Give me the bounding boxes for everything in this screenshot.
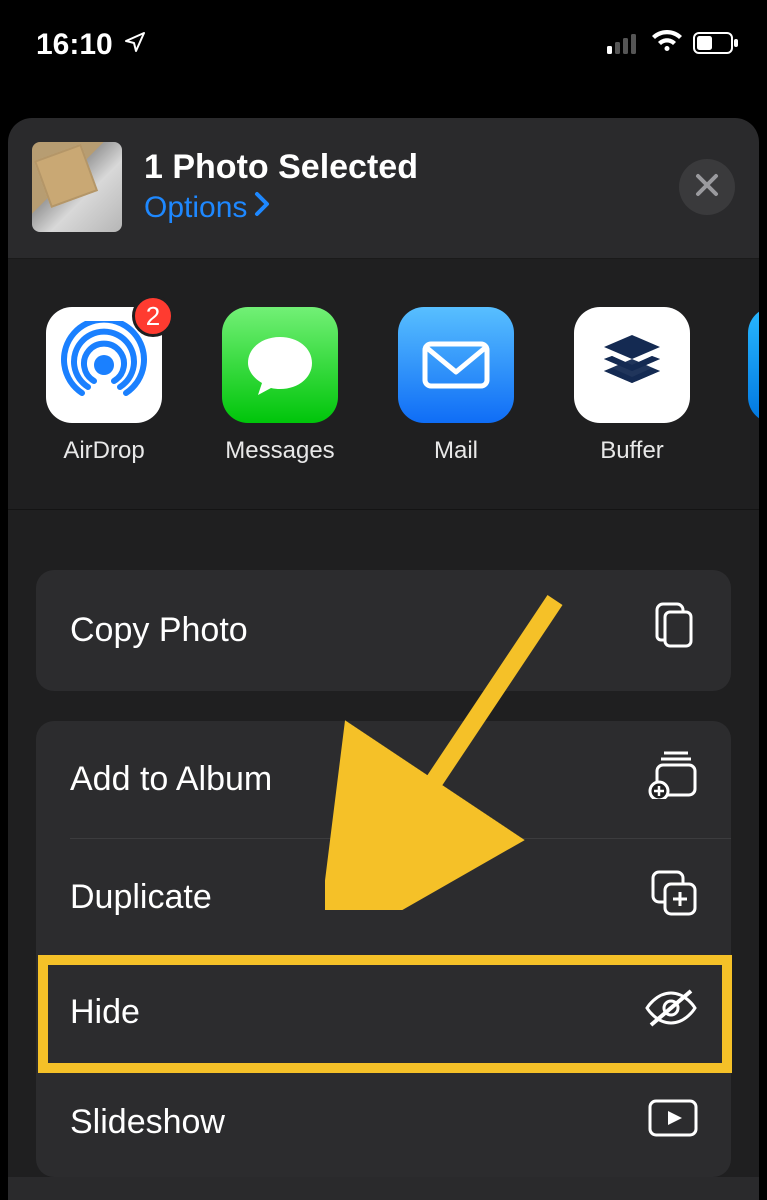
- action-duplicate[interactable]: Duplicate: [36, 838, 731, 957]
- messages-label: Messages: [225, 437, 334, 465]
- hide-label: Hide: [70, 993, 140, 1032]
- share-sheet: 1 Photo Selected Options: [8, 118, 759, 1200]
- album-add-icon: [647, 751, 699, 808]
- close-button[interactable]: [679, 159, 735, 215]
- close-icon: [694, 172, 720, 203]
- header-text: 1 Photo Selected Options: [144, 149, 657, 224]
- copy-icon: [651, 600, 699, 661]
- battery-icon: [693, 28, 739, 62]
- action-add-to-album[interactable]: Add to Album: [36, 721, 731, 838]
- duplicate-icon: [649, 868, 699, 927]
- share-app-buffer[interactable]: Buffer: [572, 307, 692, 465]
- chevron-right-icon: [253, 191, 271, 225]
- add-to-album-label: Add to Album: [70, 760, 272, 799]
- airdrop-badge: 2: [132, 295, 174, 337]
- cellular-icon: [607, 28, 641, 62]
- status-right: [607, 28, 739, 62]
- messages-icon: [222, 307, 338, 423]
- location-icon: [123, 28, 147, 62]
- share-app-airdrop[interactable]: 2 AirDrop: [44, 307, 164, 465]
- share-apps-row[interactable]: 2 AirDrop Messages Mail: [8, 259, 759, 510]
- mail-icon: [398, 307, 514, 423]
- mail-label: Mail: [434, 437, 478, 465]
- duplicate-label: Duplicate: [70, 878, 212, 917]
- wifi-icon: [651, 28, 683, 62]
- action-group-main: Add to Album Duplicate Hide Slideshow: [36, 721, 731, 1177]
- copy-photo-label: Copy Photo: [70, 611, 248, 650]
- options-button[interactable]: Options: [144, 191, 657, 225]
- options-label: Options: [144, 191, 247, 225]
- share-app-more[interactable]: .: [748, 307, 759, 465]
- airdrop-label: AirDrop: [63, 437, 144, 465]
- action-copy-photo[interactable]: Copy Photo: [36, 570, 731, 691]
- action-slideshow[interactable]: Slideshow: [36, 1068, 731, 1177]
- status-left: 16:10: [36, 28, 147, 62]
- extra-app-icon: [748, 307, 759, 423]
- status-bar: 16:10: [0, 0, 767, 90]
- buffer-label: Buffer: [600, 437, 664, 465]
- action-area: Copy Photo Add to Album Duplicate Hi: [8, 510, 759, 1177]
- buffer-icon: [574, 307, 690, 423]
- airdrop-icon: 2: [46, 307, 162, 423]
- share-app-mail[interactable]: Mail: [396, 307, 516, 465]
- slideshow-label: Slideshow: [70, 1103, 225, 1142]
- sheet-header: 1 Photo Selected Options: [8, 118, 759, 259]
- photo-thumbnail[interactable]: [32, 142, 122, 232]
- action-group-copy: Copy Photo: [36, 570, 731, 691]
- header-title: 1 Photo Selected: [144, 149, 657, 186]
- status-time: 16:10: [36, 28, 113, 62]
- share-app-messages[interactable]: Messages: [220, 307, 340, 465]
- hide-icon: [643, 987, 699, 1038]
- action-hide[interactable]: Hide: [36, 957, 731, 1068]
- slideshow-icon: [647, 1098, 699, 1147]
